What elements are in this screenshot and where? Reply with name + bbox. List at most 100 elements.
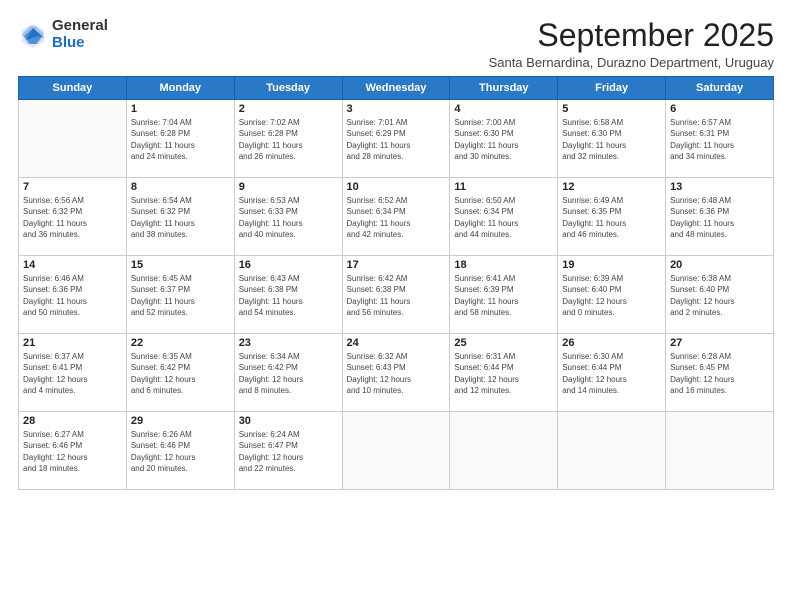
calendar-cell: 9Sunrise: 6:53 AMSunset: 6:33 PMDaylight… [234,178,342,256]
header-monday: Monday [126,77,234,100]
day-info: Sunrise: 6:54 AMSunset: 6:32 PMDaylight:… [131,195,230,240]
calendar-cell: 12 Sunrise: 6:49 AMSunset: 6:35 PMDayligh… [558,178,666,256]
calendar-cell: 29Sunrise: 6:26 AMSunset: 6:46 PMDayligh… [126,412,234,490]
page: General Blue September 2025 Santa Bernar… [0,0,792,612]
day-info: Sunrise: 6:57 AMSunset: 6:31 PMDaylight:… [670,117,769,162]
header-tuesday: Tuesday [234,77,342,100]
day-number: 25 [454,337,553,349]
calendar-cell: 20 Sunrise: 6:38 AMSunset: 6:40 PMDayligh… [666,256,774,334]
calendar-cell [450,412,558,490]
day-number: 12 [562,181,661,193]
day-info: Sunrise: 6:45 AMSunset: 6:37 PMDaylight:… [131,273,230,318]
day-info: Sunrise: 6:32 AMSunset: 6:43 PMDaylight:… [347,351,446,396]
calendar-cell: 19Sunrise: 6:39 AMSunset: 6:40 PMDayligh… [558,256,666,334]
day-info: Sunrise: 6:27 AMSunset: 6:46 PMDaylight:… [23,429,122,474]
calendar-cell [19,100,127,178]
calendar-cell: 22 Sunrise: 6:35 AMSunset: 6:42 PMDayligh… [126,334,234,412]
calendar-cell: 14Sunrise: 6:46 AMSunset: 6:36 PMDayligh… [19,256,127,334]
calendar-header: Sunday Monday Tuesday Wednesday Thursday… [19,77,774,100]
day-info: Sunrise: 7:00 AMSunset: 6:30 PMDaylight:… [454,117,553,162]
day-number: 28 [23,415,122,427]
day-info: Sunrise: 6:52 AMSunset: 6:34 PMDaylight:… [347,195,446,240]
header-sunday: Sunday [19,77,127,100]
calendar-cell: 23Sunrise: 6:34 AMSunset: 6:42 PMDayligh… [234,334,342,412]
day-number: 22 [131,337,230,349]
day-info: Sunrise: 6:41 AMSunset: 6:39 PMDaylight:… [454,273,553,318]
day-number: 11 [454,181,553,193]
day-info: Sunrise: 6:48 AMSunset: 6:36 PMDaylight:… [670,195,769,240]
day-info: Sunrise: 6:28 AMSunset: 6:45 PMDaylight:… [670,351,769,396]
logo: General Blue [18,18,108,51]
day-info: Sunrise: 6:35 AMSunset: 6:42 PMDaylight:… [131,351,230,396]
calendar-week-4: 21 Sunrise: 6:37 AMSunset: 6:41 PMDayligh… [19,334,774,412]
day-info: Sunrise: 6:42 AMSunset: 6:38 PMDaylight:… [347,273,446,318]
calendar-cell: 5 Sunrise: 6:58 AMSunset: 6:30 PMDaylight… [558,100,666,178]
day-number: 9 [239,181,338,193]
day-number: 1 [131,103,230,115]
day-number: 24 [347,337,446,349]
calendar-cell: 8 Sunrise: 6:54 AMSunset: 6:32 PMDaylight… [126,178,234,256]
calendar-cell [666,412,774,490]
day-number: 18 [454,259,553,271]
day-info: Sunrise: 6:43 AMSunset: 6:38 PMDaylight:… [239,273,338,318]
day-info: Sunrise: 6:37 AMSunset: 6:41 PMDaylight:… [23,351,122,396]
calendar-cell: 1 Sunrise: 7:04 AMSunset: 6:28 PMDaylight… [126,100,234,178]
calendar-cell: 16 Sunrise: 6:43 AMSunset: 6:38 PMDayligh… [234,256,342,334]
day-info: Sunrise: 6:24 AMSunset: 6:47 PMDaylight:… [239,429,338,474]
calendar-cell: 13 Sunrise: 6:48 AMSunset: 6:36 PMDayligh… [666,178,774,256]
day-number: 10 [347,181,446,193]
calendar-cell: 10 Sunrise: 6:52 AMSunset: 6:34 PMDayligh… [342,178,450,256]
day-info: Sunrise: 6:58 AMSunset: 6:30 PMDaylight:… [562,117,661,162]
calendar-body: 1 Sunrise: 7:04 AMSunset: 6:28 PMDaylight… [19,100,774,490]
calendar-week-2: 7Sunrise: 6:56 AMSunset: 6:32 PMDaylight… [19,178,774,256]
day-info: Sunrise: 6:38 AMSunset: 6:40 PMDaylight:… [670,273,769,318]
day-number: 26 [562,337,661,349]
day-info: Sunrise: 6:49 AMSunset: 6:35 PMDaylight:… [562,195,661,240]
day-info: Sunrise: 7:04 AMSunset: 6:28 PMDaylight:… [131,117,230,162]
calendar-cell [342,412,450,490]
day-number: 20 [670,259,769,271]
day-number: 17 [347,259,446,271]
calendar-cell [558,412,666,490]
calendar-cell: 26 Sunrise: 6:30 AMSunset: 6:44 PMDayligh… [558,334,666,412]
day-number: 16 [239,259,338,271]
day-number: 3 [347,103,446,115]
day-info: Sunrise: 6:46 AMSunset: 6:36 PMDaylight:… [23,273,122,318]
calendar-week-5: 28 Sunrise: 6:27 AMSunset: 6:46 PMDayligh… [19,412,774,490]
day-number: 8 [131,181,230,193]
calendar-cell: 18 Sunrise: 6:41 AMSunset: 6:39 PMDayligh… [450,256,558,334]
day-number: 2 [239,103,338,115]
logo-text: General Blue [52,18,108,51]
calendar-cell: 15 Sunrise: 6:45 AMSunset: 6:37 PMDayligh… [126,256,234,334]
calendar-cell: 6 Sunrise: 6:57 AMSunset: 6:31 PMDaylight… [666,100,774,178]
header-thursday: Thursday [450,77,558,100]
calendar-cell: 21 Sunrise: 6:37 AMSunset: 6:41 PMDayligh… [19,334,127,412]
day-info: Sunrise: 6:56 AMSunset: 6:32 PMDaylight:… [23,195,122,240]
calendar-week-1: 1 Sunrise: 7:04 AMSunset: 6:28 PMDaylight… [19,100,774,178]
day-info: Sunrise: 7:01 AMSunset: 6:29 PMDaylight:… [347,117,446,162]
calendar-cell: 7Sunrise: 6:56 AMSunset: 6:32 PMDaylight… [19,178,127,256]
day-number: 5 [562,103,661,115]
header-wednesday: Wednesday [342,77,450,100]
weekday-header-row: Sunday Monday Tuesday Wednesday Thursday… [19,77,774,100]
day-number: 6 [670,103,769,115]
logo-blue-text: Blue [52,35,108,52]
day-number: 13 [670,181,769,193]
day-info: Sunrise: 6:34 AMSunset: 6:42 PMDaylight:… [239,351,338,396]
calendar-cell: 27 Sunrise: 6:28 AMSunset: 6:45 PMDayligh… [666,334,774,412]
day-info: Sunrise: 6:30 AMSunset: 6:44 PMDaylight:… [562,351,661,396]
calendar-cell: 17 Sunrise: 6:42 AMSunset: 6:38 PMDayligh… [342,256,450,334]
calendar-cell: 11Sunrise: 6:50 AMSunset: 6:34 PMDayligh… [450,178,558,256]
day-number: 27 [670,337,769,349]
calendar-cell: 30Sunrise: 6:24 AMSunset: 6:47 PMDayligh… [234,412,342,490]
month-title: September 2025 [489,18,774,53]
logo-general-text: General [52,18,108,35]
title-block: September 2025 Santa Bernardina, Durazno… [489,18,774,70]
day-number: 29 [131,415,230,427]
day-number: 21 [23,337,122,349]
calendar-week-3: 14Sunrise: 6:46 AMSunset: 6:36 PMDayligh… [19,256,774,334]
calendar-cell: 24 Sunrise: 6:32 AMSunset: 6:43 PMDayligh… [342,334,450,412]
calendar-table: Sunday Monday Tuesday Wednesday Thursday… [18,76,774,490]
day-number: 15 [131,259,230,271]
day-info: Sunrise: 6:31 AMSunset: 6:44 PMDaylight:… [454,351,553,396]
